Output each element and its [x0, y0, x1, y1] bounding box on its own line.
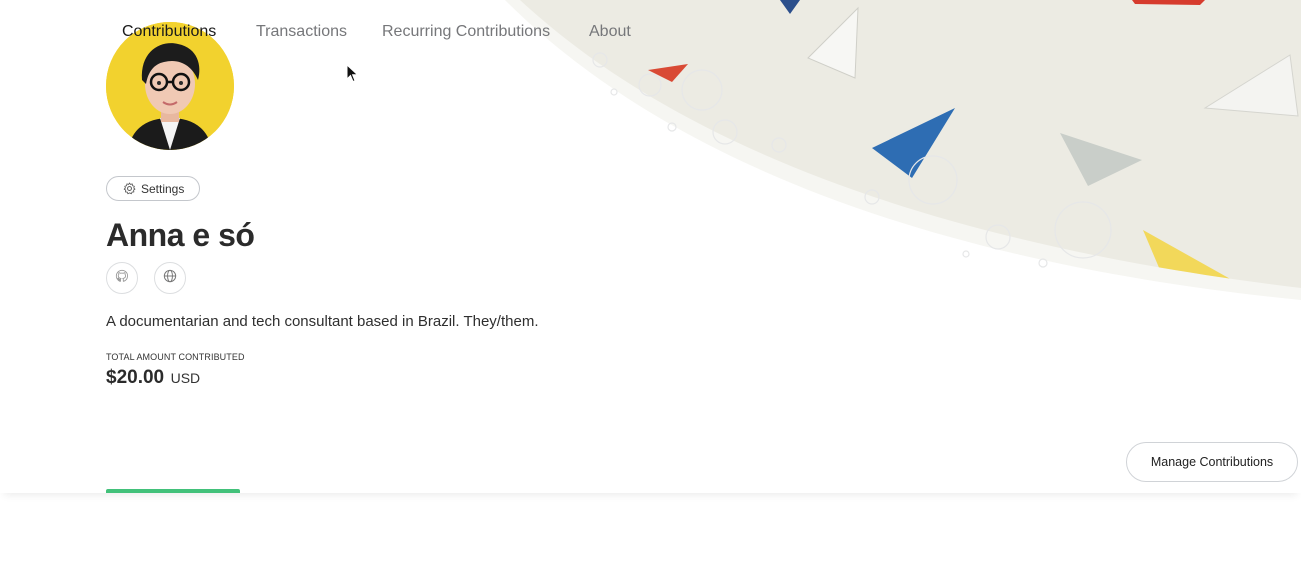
profile-bio: A documentarian and tech consultant base…: [106, 313, 539, 330]
total-currency: USD: [170, 370, 201, 386]
tab-contributions[interactable]: Contributions: [122, 0, 216, 63]
mouse-cursor-icon: [346, 64, 359, 83]
active-tab-indicator: [106, 489, 240, 493]
gear-icon: [123, 182, 136, 195]
profile-tabs: [0, 430, 1301, 493]
github-icon: [115, 269, 129, 288]
total-amount: $20.00: [106, 367, 165, 388]
settings-button[interactable]: Settings: [106, 176, 201, 201]
website-link[interactable]: [154, 262, 186, 294]
total-contributed-label: TOTAL AMOUNT CONTRIBUTED: [106, 352, 245, 362]
github-link[interactable]: [106, 262, 138, 294]
manage-contributions-button[interactable]: Manage Contributions: [1126, 442, 1298, 482]
tab-about[interactable]: About: [589, 0, 631, 63]
globe-icon: [163, 269, 177, 288]
tab-transactions[interactable]: Transactions: [256, 0, 347, 63]
profile-name: Anna e só: [106, 217, 255, 253]
total-contributed-value: $20.00 USD: [106, 366, 200, 391]
settings-label: Settings: [141, 181, 185, 196]
tab-recurring-contributions[interactable]: Recurring Contributions: [382, 0, 550, 63]
